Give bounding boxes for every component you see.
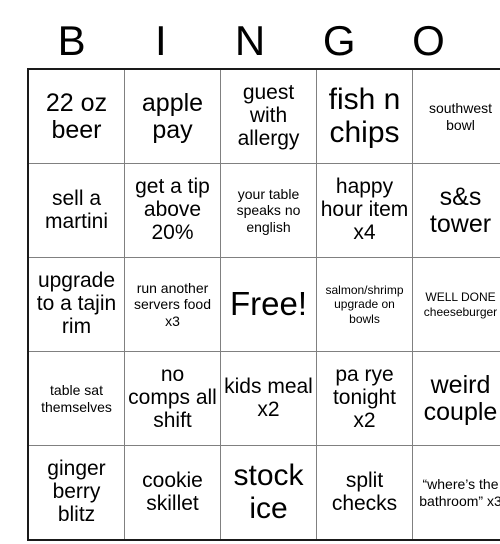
bingo-card: B I N G O 22 oz beer apple pay guest wit… <box>27 14 500 541</box>
bingo-row: sell a martini get a tip above 20% your … <box>27 163 500 258</box>
bingo-cell-label: apple pay <box>141 89 204 144</box>
bingo-cell-label: weird couple <box>423 371 498 426</box>
bingo-cell-label: upgrade to a tajin rim <box>36 269 117 338</box>
bingo-cell-label: southwest bowl <box>428 99 493 133</box>
bingo-cell[interactable]: WELL DONE cheeseburger <box>412 257 500 352</box>
bingo-cell-label: salmon/shrimp upgrade on bowls <box>325 282 404 326</box>
bingo-cell-label: run another servers food x3 <box>133 279 212 329</box>
bingo-header: B I N G O <box>27 14 473 68</box>
bingo-cell-label: kids meal x2 <box>224 374 313 421</box>
bingo-cell[interactable]: apple pay <box>124 68 221 164</box>
bingo-cell[interactable]: “where’s the bathroom” x3 <box>412 445 500 541</box>
header-letter-n: N <box>234 17 266 64</box>
bingo-cell[interactable]: weird couple <box>412 351 500 446</box>
bingo-cell[interactable]: upgrade to a tajin rim <box>27 257 125 352</box>
bingo-cell-label: WELL DONE cheeseburger <box>423 289 498 319</box>
bingo-cell[interactable]: pa rye tonight x2 <box>316 351 413 446</box>
bingo-cell-label: no comps all shift <box>128 363 217 432</box>
bingo-cell[interactable]: no comps all shift <box>124 351 221 446</box>
free-space-label: Free! <box>229 285 308 323</box>
bingo-cell-free[interactable]: Free! <box>220 257 317 352</box>
bingo-cell[interactable]: happy hour item x4 <box>316 163 413 258</box>
header-letter-g: G <box>322 17 356 64</box>
bingo-cell-label: happy hour item x4 <box>320 175 409 244</box>
bingo-cell-label: 22 oz beer <box>45 89 108 144</box>
bingo-cell[interactable]: salmon/shrimp upgrade on bowls <box>316 257 413 352</box>
bingo-cell[interactable]: guest with allergy <box>220 68 317 164</box>
bingo-row: 22 oz beer apple pay guest with allergy … <box>27 68 500 164</box>
bingo-cell-label: fish n chips <box>328 83 401 149</box>
bingo-cell-label: guest with allergy <box>237 81 300 150</box>
bingo-cell[interactable]: ginger berry blitz <box>27 445 125 541</box>
bingo-cell[interactable]: fish n chips <box>316 68 413 164</box>
bingo-cell-label: stock ice <box>233 459 304 525</box>
bingo-cell-label: s&s tower <box>429 183 492 238</box>
bingo-cell-label: sell a martini <box>44 186 108 233</box>
bingo-cell[interactable]: split checks <box>316 445 413 541</box>
bingo-cell[interactable]: stock ice <box>220 445 317 541</box>
bingo-cell-label: get a tip above 20% <box>135 175 210 244</box>
bingo-cell[interactable]: your table speaks no english <box>220 163 317 258</box>
bingo-cell[interactable]: sell a martini <box>27 163 125 258</box>
bingo-cell[interactable]: get a tip above 20% <box>124 163 221 258</box>
bingo-cell[interactable]: s&s tower <box>412 163 500 258</box>
header-letter-i: I <box>154 17 167 64</box>
bingo-grid: 22 oz beer apple pay guest with allergy … <box>27 68 500 541</box>
bingo-cell-label: your table speaks no english <box>236 185 301 235</box>
header-letter-b: B <box>57 17 86 64</box>
bingo-cell-label: table sat themselves <box>41 381 112 415</box>
bingo-cell[interactable]: run another servers food x3 <box>124 257 221 352</box>
header-letter-o: O <box>412 17 445 64</box>
bingo-cell[interactable]: 22 oz beer <box>27 68 125 164</box>
bingo-cell-label: “where’s the bathroom” x3 <box>419 475 500 509</box>
bingo-cell[interactable]: cookie skillet <box>124 445 221 541</box>
bingo-cell[interactable]: southwest bowl <box>412 68 500 164</box>
bingo-cell[interactable]: kids meal x2 <box>220 351 317 446</box>
bingo-cell[interactable]: table sat themselves <box>27 351 125 446</box>
bingo-row: ginger berry blitz cookie skillet stock … <box>27 445 500 541</box>
bingo-cell-label: split checks <box>331 468 398 515</box>
bingo-cell-label: pa rye tonight x2 <box>332 363 397 432</box>
bingo-cell-label: ginger berry blitz <box>47 457 106 526</box>
bingo-row: upgrade to a tajin rim run another serve… <box>27 257 500 352</box>
bingo-cell-label: cookie skillet <box>142 468 203 515</box>
bingo-row: table sat themselves no comps all shift … <box>27 351 500 446</box>
